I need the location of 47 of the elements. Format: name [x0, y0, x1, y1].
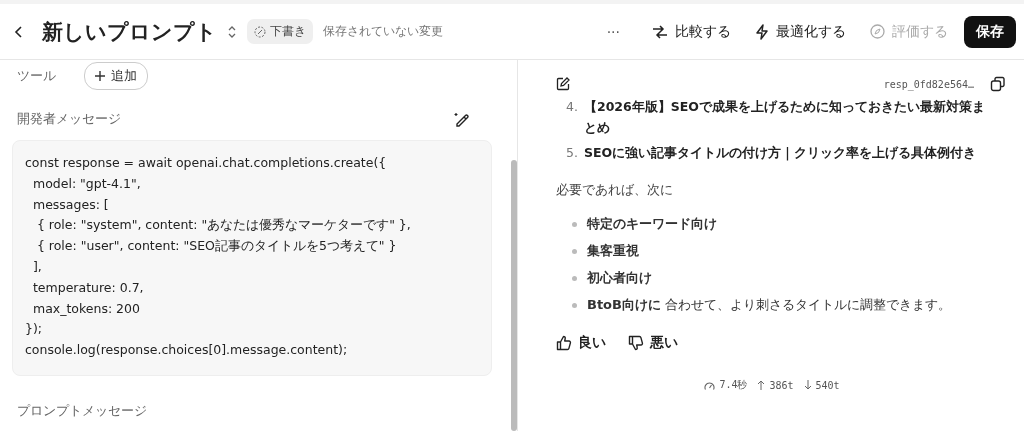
more-button[interactable]: ···: [598, 19, 628, 44]
compass-icon: [870, 24, 885, 39]
bullet-dot: [572, 275, 577, 281]
draft-badge: 下書き: [247, 19, 313, 44]
prompt-title: 新しいプロンプト: [42, 18, 217, 46]
back-icon[interactable]: [14, 24, 24, 39]
bullet-item-text: BtoB向けに 合わせて、より刺さるタイトルに調整できます。: [587, 296, 952, 314]
magic-pen-icon[interactable]: [453, 111, 469, 127]
up-arrow-icon: [757, 380, 766, 390]
list-item-text: 【2026年版】SEOで成果を上げるために知っておきたい最新対策まとめ: [583, 98, 986, 137]
input-tokens: 386t: [769, 379, 794, 391]
thumbs-up-icon: [556, 335, 572, 351]
copy-icon[interactable]: [990, 76, 1006, 92]
thumbs-up-button[interactable]: 良い: [556, 334, 606, 352]
plus-icon: [95, 71, 105, 81]
list-item-text: SEOに強い記事タイトルの付け方｜クリック率を上げる具体例付き: [583, 144, 977, 163]
prompt-message-label: プロンプトメッセージ: [16, 401, 148, 420]
bullet-item-text: 初心者向け: [587, 269, 652, 287]
list-number: 4.: [566, 98, 578, 116]
tools-label: ツール: [17, 67, 56, 85]
response-paragraph: 必要であれば、次に: [556, 181, 674, 199]
list-number: 5.: [566, 144, 578, 162]
thumbs-down-button[interactable]: 悪い: [628, 334, 678, 352]
response-id: resp_0fd82e564…: [883, 78, 974, 90]
save-button[interactable]: 保存: [964, 15, 1016, 48]
unsaved-status: 保存されていない変更: [323, 23, 443, 40]
response-time: 7.4秒: [719, 378, 748, 392]
compare-button[interactable]: 比較する: [644, 18, 739, 45]
bullet-item-text: 集客重視: [587, 242, 639, 260]
bullet-dot: [572, 248, 577, 254]
output-tokens: 540t: [815, 379, 840, 391]
bullet-item-text: 特定のキーワード向け: [587, 215, 717, 233]
bullet-dot: [572, 221, 577, 227]
lightning-icon: [755, 23, 769, 40]
optimize-button[interactable]: 最適化する: [747, 18, 854, 45]
scrollbar[interactable]: [511, 160, 517, 431]
down-arrow-icon: [803, 380, 812, 390]
swap-arrows-icon: [652, 24, 668, 39]
pencil-circle-icon: [254, 25, 266, 38]
edit-icon[interactable]: [556, 77, 570, 91]
add-tool-button[interactable]: 追加: [84, 62, 148, 90]
thumbs-down-icon: [628, 335, 644, 351]
bullet-dot: [572, 302, 577, 308]
code-block[interactable]: const response = await openai.chat.completions.create({ model: "gpt-4.1", messages: [ { role: "system", content: "あなたは優秀なマーケターです" }, { role: "user", content: "SEO記事のタイトルを5つ考えて" } ], temperature: 0.7, max_tokens: 200 }); console.log(response.choices[0].message.content);: [12, 140, 492, 376]
sort-chevrons-icon[interactable]: [227, 24, 237, 39]
gauge-icon: [704, 379, 716, 391]
developer-message-label: 開発者メッセージ: [17, 110, 121, 128]
